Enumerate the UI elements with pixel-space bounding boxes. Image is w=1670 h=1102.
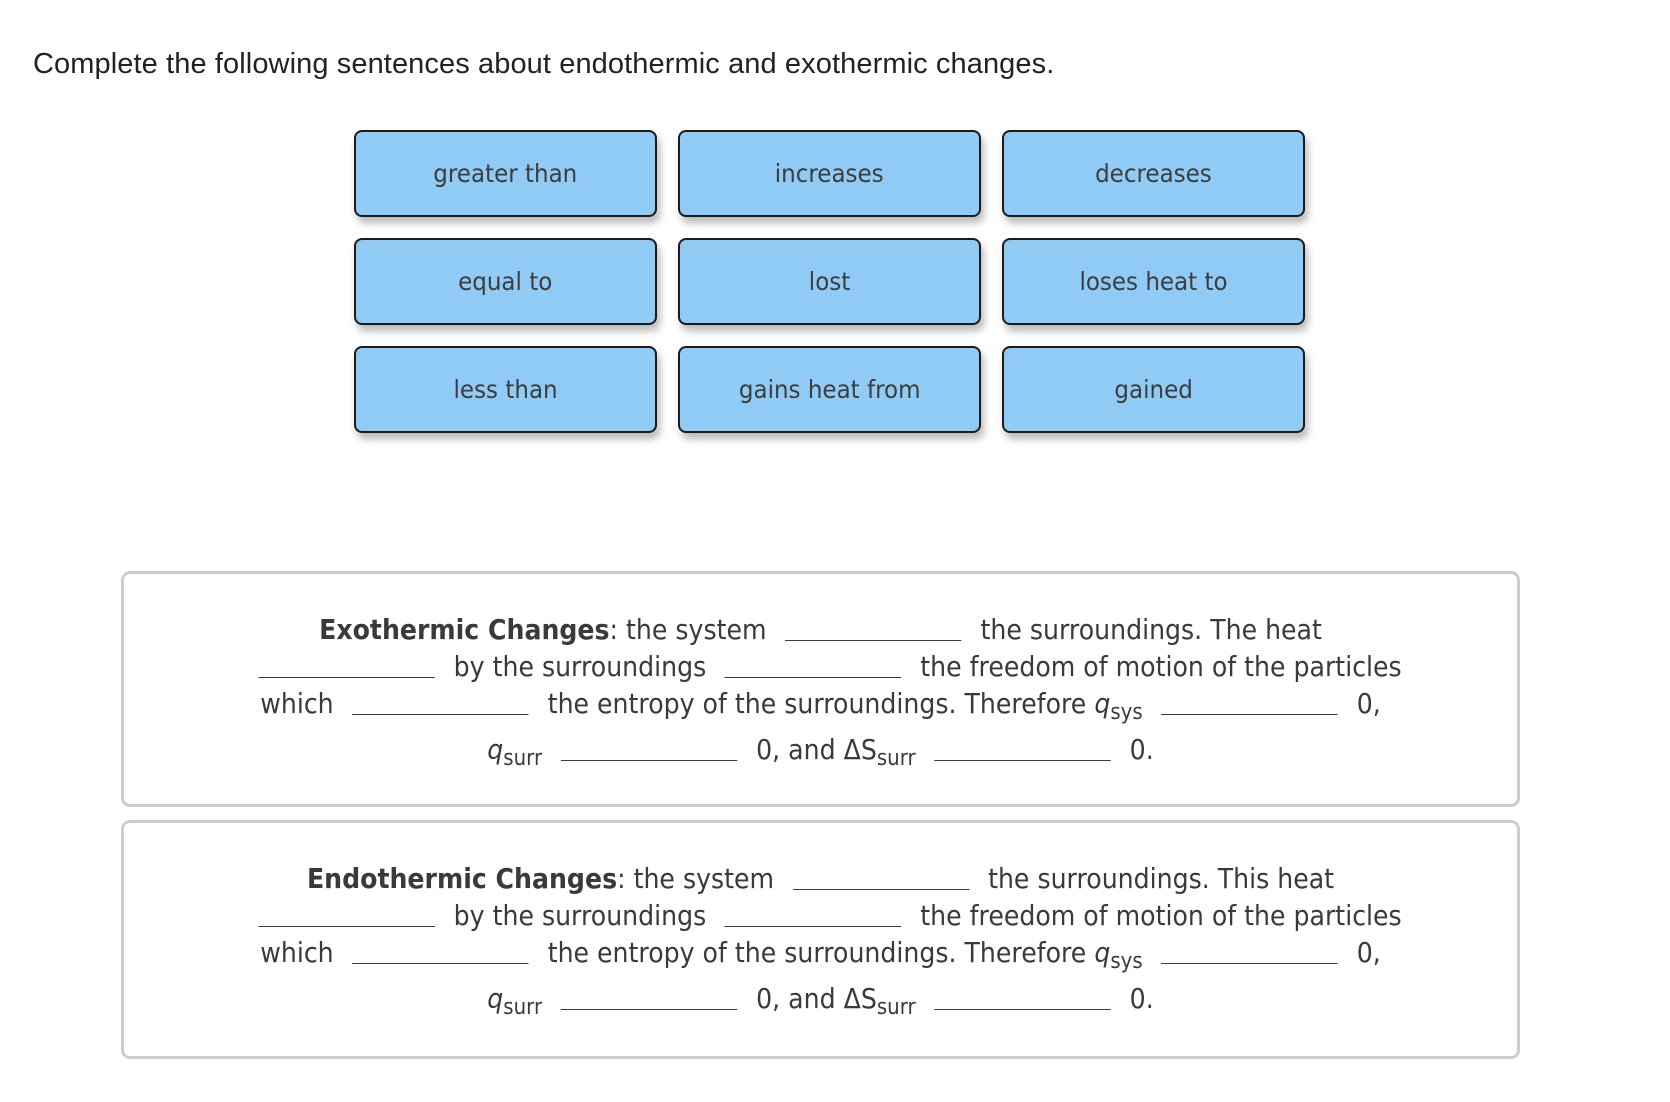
tile-label: lost bbox=[808, 267, 851, 296]
text-fragment: which bbox=[260, 687, 334, 720]
text-fragment: the entropy of the surroundings. Therefo… bbox=[547, 687, 1087, 720]
sentence-line-1: Exothermic Changes: the system the surro… bbox=[248, 611, 1394, 648]
tile-label: increases bbox=[775, 159, 884, 188]
subscript: surr bbox=[503, 995, 543, 1020]
drop-blank-4[interactable] bbox=[352, 937, 529, 964]
colon: : bbox=[617, 862, 626, 895]
subscript: sys bbox=[1110, 949, 1143, 974]
subscript: surr bbox=[876, 746, 916, 771]
q-variable: q bbox=[1094, 687, 1111, 720]
text-fragment: by the surroundings bbox=[453, 899, 707, 932]
sentence-line-3: which the entropy of the surroundings. T… bbox=[248, 685, 1394, 724]
colon: : bbox=[609, 613, 619, 646]
text-fragment: by the surroundings bbox=[453, 650, 707, 683]
q-variable: q bbox=[1094, 936, 1111, 969]
text-fragment: the system bbox=[633, 862, 775, 895]
tile-label: gains heat from bbox=[738, 375, 921, 404]
q-surr-symbol: qsurr bbox=[487, 982, 542, 1019]
answer-tile-lost[interactable]: lost bbox=[678, 238, 981, 325]
sentence-line-1: Endothermic Changes: the system the surr… bbox=[248, 860, 1394, 897]
drop-blank-5[interactable] bbox=[1161, 688, 1338, 715]
text-fragment: the freedom of motion of the particles bbox=[920, 650, 1402, 683]
endothermic-sentence-box: Endothermic Changes: the system the surr… bbox=[121, 820, 1520, 1059]
text-fragment: 0, bbox=[1356, 936, 1381, 969]
answer-bank: greater than increases decreases equal t… bbox=[354, 130, 1306, 433]
drop-blank-4[interactable] bbox=[352, 688, 529, 715]
subscript: surr bbox=[503, 746, 543, 771]
answer-tile-greater-than[interactable]: greater than bbox=[354, 130, 657, 217]
text-fragment: 0, and ΔS bbox=[756, 733, 877, 766]
answer-tile-gains-heat-from[interactable]: gains heat from bbox=[678, 346, 981, 433]
q-variable: q bbox=[487, 733, 504, 766]
drop-blank-2[interactable] bbox=[258, 900, 435, 927]
sentence-line-3: which the entropy of the surroundings. T… bbox=[248, 934, 1394, 973]
q-variable: q bbox=[487, 982, 504, 1015]
subscript: sys bbox=[1110, 700, 1143, 725]
text-fragment: the system bbox=[626, 613, 767, 646]
text-fragment: the freedom of motion of the particles bbox=[920, 899, 1402, 932]
text-fragment: the surroundings. The heat bbox=[980, 613, 1322, 646]
drop-blank-3[interactable] bbox=[725, 900, 902, 927]
answer-tile-increases[interactable]: increases bbox=[678, 130, 981, 217]
q-surr-symbol: qsurr bbox=[487, 733, 542, 770]
drop-blank-7[interactable] bbox=[934, 734, 1111, 761]
drop-blank-3[interactable] bbox=[725, 651, 902, 678]
endothermic-sentence: Endothermic Changes: the system the surr… bbox=[124, 860, 1517, 1019]
text-fragment: 0, bbox=[1356, 687, 1381, 720]
tile-label: loses heat to bbox=[1079, 267, 1228, 296]
answer-tile-less-than[interactable]: less than bbox=[354, 346, 657, 433]
drop-blank-7[interactable] bbox=[934, 983, 1111, 1010]
sentence-line-2: by the surroundings the freedom of motio… bbox=[248, 897, 1402, 934]
answer-tile-decreases[interactable]: decreases bbox=[1002, 130, 1305, 217]
drop-blank-1[interactable] bbox=[785, 614, 962, 641]
sentence-line-4: qsurr 0, and ΔSsurr 0. bbox=[248, 731, 1394, 770]
exothermic-sentence: Exothermic Changes: the system the surro… bbox=[124, 611, 1517, 770]
text-fragment: 0. bbox=[1129, 733, 1154, 766]
q-sys-symbol: qsys bbox=[1094, 936, 1142, 973]
drop-blank-2[interactable] bbox=[258, 651, 435, 678]
instructions-text: Complete the following sentences about e… bbox=[33, 48, 1055, 80]
sentence-line-4: qsurr 0, and ΔSsurr 0. bbox=[248, 980, 1394, 1019]
tile-label: less than bbox=[453, 375, 558, 404]
delta-s-surr-text: 0, and ΔSsurr bbox=[756, 982, 916, 1019]
answer-tile-loses-heat-to[interactable]: loses heat to bbox=[1002, 238, 1305, 325]
q-sys-symbol: qsys bbox=[1094, 687, 1142, 724]
tile-label: greater than bbox=[433, 159, 578, 188]
drop-blank-6[interactable] bbox=[560, 734, 738, 761]
endothermic-heading: Endothermic Changes bbox=[306, 862, 618, 895]
sentence-line-2: by the surroundings the freedom of motio… bbox=[248, 648, 1402, 685]
text-fragment: the entropy of the surroundings. Therefo… bbox=[547, 936, 1087, 969]
exothermic-heading: Exothermic Changes bbox=[319, 613, 610, 646]
exothermic-sentence-box: Exothermic Changes: the system the surro… bbox=[121, 571, 1520, 807]
subscript: surr bbox=[876, 995, 916, 1020]
text-fragment: the surroundings. This heat bbox=[988, 862, 1335, 895]
tile-label: decreases bbox=[1095, 159, 1212, 188]
answer-tile-equal-to[interactable]: equal to bbox=[354, 238, 657, 325]
delta-s-surr-text: 0, and ΔSsurr bbox=[756, 733, 916, 770]
text-fragment: 0, and ΔS bbox=[756, 982, 877, 1015]
tile-label: equal to bbox=[458, 267, 553, 296]
drop-blank-1[interactable] bbox=[792, 863, 970, 890]
answer-tile-gained[interactable]: gained bbox=[1002, 346, 1305, 433]
drop-blank-5[interactable] bbox=[1161, 937, 1338, 964]
text-fragment: 0. bbox=[1129, 982, 1154, 1015]
drop-blank-6[interactable] bbox=[560, 983, 738, 1010]
tile-label: gained bbox=[1114, 375, 1193, 404]
text-fragment: which bbox=[260, 936, 334, 969]
